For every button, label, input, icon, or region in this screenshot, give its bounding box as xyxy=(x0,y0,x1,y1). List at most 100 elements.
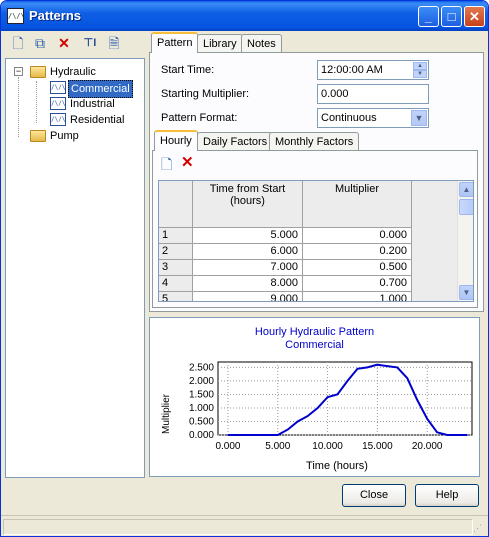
pattern-format-select[interactable]: Continuous ▼ xyxy=(317,108,429,128)
y-tick-label: 0.500 xyxy=(189,416,214,427)
start-time-field[interactable]: 12:00:00 AM ▲ ▼ xyxy=(317,60,429,80)
data-point xyxy=(426,417,428,420)
spin-up-icon[interactable]: ▲ xyxy=(413,62,427,70)
chart-svg: Multiplier Time (hours) 0.000 0.500 1.000 1… xyxy=(161,361,473,472)
start-time-value: 12:00:00 AM xyxy=(321,64,383,76)
tab-notes[interactable]: Notes xyxy=(241,34,282,53)
folder-icon xyxy=(30,130,46,142)
starting-multiplier-label: Starting Multiplier: xyxy=(161,88,250,100)
close-button[interactable]: Close xyxy=(342,484,406,507)
start-time-label: Start Time: xyxy=(161,64,215,76)
pattern-icon: /\/\ xyxy=(50,97,66,110)
scroll-up-icon[interactable]: ▲ xyxy=(459,182,473,197)
plot-area xyxy=(217,361,473,436)
tab-monthly-factors[interactable]: Monthly Factors xyxy=(269,132,360,151)
data-point xyxy=(456,434,458,436)
help-button[interactable]: Help xyxy=(415,484,479,507)
y-tick-label: 2.000 xyxy=(189,376,214,387)
new-document-icon[interactable]: 🗋 xyxy=(9,34,27,52)
data-point xyxy=(446,434,448,436)
patterns-window: /\/\ Patterns _ □ ✕ 🗋 ⧉ ✕ ⊤I 🗎 − Hydraul… xyxy=(0,0,489,537)
row-number: 1 xyxy=(159,228,193,244)
multiplier-cell[interactable]: 0.500 xyxy=(303,260,412,276)
x-axis-label: Time (hours) xyxy=(306,460,368,472)
data-point xyxy=(346,380,349,382)
title-bar[interactable]: /\/\ Patterns _ □ ✕ xyxy=(1,1,488,31)
x-tick-label: 15.000 xyxy=(362,441,393,452)
data-point xyxy=(306,415,309,417)
data-point xyxy=(406,377,409,380)
y-axis-label: Multiplier xyxy=(161,393,172,434)
rename-icon[interactable]: ⊤I xyxy=(81,34,99,52)
properties-icon[interactable]: 🗎 xyxy=(105,34,123,52)
starting-multiplier-input[interactable]: 0.000 xyxy=(317,84,429,104)
grid-header-time-line2: (hours) xyxy=(230,195,265,207)
status-cell xyxy=(3,519,473,535)
data-point xyxy=(336,393,339,396)
multiplier-cell[interactable]: 0.000 xyxy=(303,228,412,244)
toolbar: 🗋 ⧉ ✕ ⊤I 🗎 xyxy=(5,32,145,56)
row-number: 5 xyxy=(159,292,193,301)
time-cell[interactable]: 8.000 xyxy=(193,276,303,292)
status-bar: ⋰ xyxy=(1,515,488,536)
y-tick-label: 1.000 xyxy=(189,403,214,414)
data-point xyxy=(276,434,279,436)
chevron-down-icon[interactable]: ▼ xyxy=(411,110,427,126)
grid-header-multiplier[interactable]: Multiplier xyxy=(303,181,412,228)
y-tick-label: 0.000 xyxy=(189,430,214,441)
delete-x-icon[interactable]: ✕ xyxy=(55,34,73,52)
window-title: Patterns xyxy=(29,8,82,23)
pattern-chart: Hourly Hydraulic Pattern Commercial Mult… xyxy=(149,317,480,477)
tree-item-label: Pump xyxy=(50,130,79,142)
tab-hourly[interactable]: Hourly xyxy=(154,130,198,151)
tab-daily-factors[interactable]: Daily Factors xyxy=(197,132,274,151)
data-point xyxy=(286,428,289,431)
time-cell[interactable]: 5.000 xyxy=(193,228,303,244)
collapse-icon[interactable]: − xyxy=(14,67,23,76)
data-point xyxy=(436,431,438,434)
scroll-thumb[interactable] xyxy=(459,199,473,215)
hourly-grid[interactable]: Time from Start (hours) Multiplier 1 5.0… xyxy=(158,180,474,302)
pattern-format-label: Pattern Format: xyxy=(161,112,238,124)
x-tick-label: 5.000 xyxy=(265,441,290,452)
tab-library[interactable]: Library xyxy=(197,34,243,53)
data-point xyxy=(466,434,468,436)
x-tick-label: 20.000 xyxy=(412,441,443,452)
delete-row-icon[interactable]: ✕ xyxy=(181,153,197,171)
tab-pattern[interactable]: Pattern xyxy=(151,32,199,53)
minimize-button[interactable]: _ xyxy=(418,6,439,27)
row-number: 3 xyxy=(159,260,193,276)
grid-scrollbar[interactable]: ▲ ▼ xyxy=(457,181,473,301)
grid-header-time[interactable]: Time from Start (hours) xyxy=(193,181,303,228)
pattern-format-value: Continuous xyxy=(321,112,377,124)
tree-line xyxy=(18,77,19,137)
folder-icon xyxy=(30,66,46,78)
data-point xyxy=(386,365,389,367)
spin-down-icon[interactable]: ▼ xyxy=(413,70,427,78)
data-point xyxy=(366,366,369,369)
grid-header-time-line1: Time from Start xyxy=(209,183,286,195)
multiplier-cell[interactable]: 1.000 xyxy=(303,292,412,301)
y-tick-label: 1.500 xyxy=(189,389,214,400)
time-cell[interactable]: 6.000 xyxy=(193,244,303,260)
new-row-icon[interactable]: 🗋 xyxy=(161,154,177,172)
multiplier-cell[interactable]: 0.700 xyxy=(303,276,412,292)
data-point xyxy=(326,396,329,398)
maximize-button[interactable]: □ xyxy=(441,6,462,27)
row-number: 4 xyxy=(159,276,193,292)
data-point xyxy=(296,420,299,423)
multiplier-cell[interactable]: 0.200 xyxy=(303,244,412,260)
grid-corner xyxy=(159,181,193,228)
x-tick-label: 10.000 xyxy=(312,441,343,452)
data-point xyxy=(416,399,419,401)
pattern-tree[interactable]: − Hydraulic /\/\ Commercial /\/\ Industr… xyxy=(5,58,145,478)
close-window-button[interactable]: ✕ xyxy=(464,6,485,27)
data-point xyxy=(227,434,229,436)
tree-item-label: Residential xyxy=(70,114,125,126)
copy-icon[interactable]: ⧉ xyxy=(31,34,49,52)
time-cell[interactable]: 7.000 xyxy=(193,260,303,276)
resize-grip-icon[interactable]: ⋰ xyxy=(473,522,485,534)
scroll-down-icon[interactable]: ▼ xyxy=(459,285,473,300)
time-cell[interactable]: 9.000 xyxy=(193,292,303,301)
pattern-icon: /\/\ xyxy=(7,8,25,24)
